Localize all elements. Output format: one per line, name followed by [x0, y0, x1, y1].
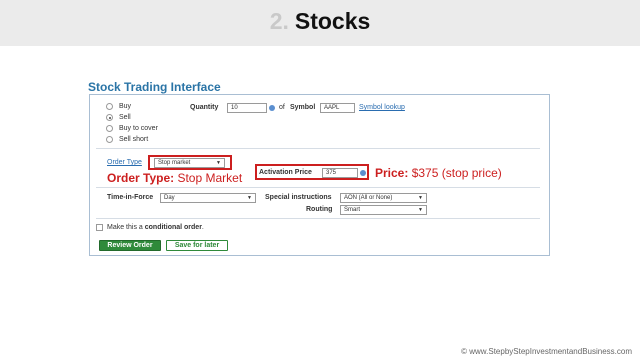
slide-number: 2. [269, 8, 289, 34]
time-in-force-label: Time-in-Force [107, 194, 154, 201]
copyright-text: © www.StepbyStepInvestmentandBusiness.co… [461, 347, 632, 356]
conditional-suffix: . [201, 224, 204, 231]
symbol-lookup-link[interactable]: Symbol lookup [359, 104, 405, 111]
symbol-input[interactable]: AAPL [320, 103, 355, 113]
activation-price-input[interactable]: 375 [322, 168, 358, 178]
chevron-down-icon: ▼ [418, 195, 423, 201]
order-type-annotation-value: Stop Market [177, 171, 243, 185]
order-type-value: Stop market [158, 160, 191, 166]
save-for-later-button[interactable]: Save for later [166, 240, 228, 251]
special-instructions-value: AON (All or None) [344, 195, 393, 201]
chevron-down-icon: ▼ [418, 207, 423, 213]
radio-buy-to-cover-label: Buy to cover [119, 125, 158, 132]
conditional-order-label: Make this a conditional order. [107, 224, 204, 231]
routing-label: Routing [306, 206, 333, 213]
price-stepper-icon[interactable] [360, 170, 366, 176]
radio-buy-label: Buy [119, 103, 132, 110]
radio-buy-to-cover[interactable]: Buy to cover [106, 125, 158, 132]
conditional-order-checkbox[interactable] [96, 224, 103, 231]
conditional-prefix: Make this a [107, 224, 145, 231]
conditional-bold: conditional order [144, 224, 202, 231]
routing-select[interactable]: Smart ▼ [340, 205, 427, 215]
order-type-link[interactable]: Order Type [107, 159, 142, 166]
symbol-label: Symbol [290, 104, 316, 111]
review-order-button[interactable]: Review Order [99, 240, 161, 251]
price-annotation: Price: $375 (stop price) [375, 166, 502, 180]
of-text: of [279, 104, 285, 111]
quantity-input[interactable]: 10 [227, 103, 267, 113]
radio-sell-short-circle[interactable] [106, 136, 113, 143]
time-in-force-value: Day [164, 195, 175, 201]
activation-price-label: Activation Price [259, 169, 312, 176]
special-instructions-select[interactable]: AON (All or None) ▼ [340, 193, 427, 203]
order-type-select[interactable]: Stop market ▼ [154, 158, 225, 168]
radio-sell-short[interactable]: Sell short [106, 136, 148, 143]
chevron-down-icon: ▼ [247, 195, 252, 201]
time-in-force-select[interactable]: Day ▼ [160, 193, 256, 203]
order-type-annotation: Order Type: Stop Market [107, 171, 242, 185]
radio-buy[interactable]: Buy [106, 103, 131, 110]
price-annotation-label: Price: [375, 166, 409, 180]
chevron-down-icon: ▼ [216, 160, 221, 166]
divider-1 [96, 148, 540, 149]
radio-buy-to-cover-circle[interactable] [106, 125, 113, 132]
routing-value: Smart [344, 207, 361, 213]
slide-title-text: Stocks [294, 8, 371, 34]
radio-sell-circle[interactable] [106, 114, 113, 121]
special-instructions-label: Special instructions [265, 194, 332, 201]
radio-sell-short-label: Sell short [119, 136, 149, 143]
radio-sell[interactable]: Sell [106, 114, 131, 121]
radio-buy-circle[interactable] [106, 103, 113, 110]
quantity-label: Quantity [190, 104, 219, 111]
order-type-annotation-label: Order Type: [107, 171, 175, 185]
radio-sell-label: Sell [119, 114, 131, 121]
quantity-stepper-icon[interactable] [269, 105, 275, 111]
slide-title: 2. Stocks [0, 8, 640, 35]
panel-title: Stock Trading Interface [88, 80, 221, 94]
price-annotation-value: $375 (stop price) [411, 166, 502, 180]
divider-3 [96, 218, 540, 219]
divider-2 [96, 187, 540, 188]
